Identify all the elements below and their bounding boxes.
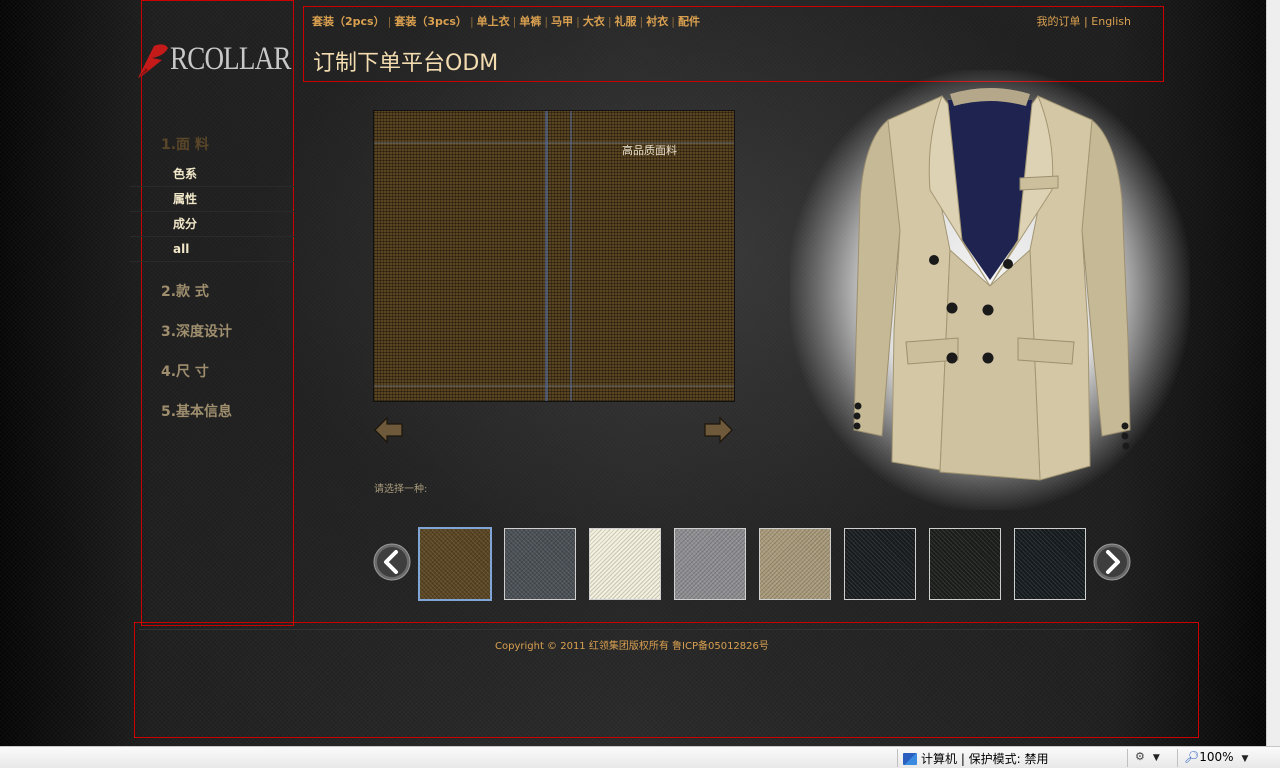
zoom-icon: 🔎︎ (1184, 750, 1200, 764)
nav-accessories[interactable]: 配件 (678, 15, 700, 28)
step-size[interactable]: 4.尺 寸 (130, 361, 294, 381)
page-title: 订制下单平台ODM (313, 51, 499, 76)
browser-status-bar: 计算机 | 保护模式: 禁用 ⚙ ▼ 🔎︎100% ▼ (0, 746, 1280, 768)
fabric-swatch[interactable] (504, 528, 576, 600)
select-prompt: 请选择一种: (374, 484, 428, 495)
filter-composition[interactable]: 成分 (130, 212, 294, 237)
fabric-preview: 高品质面料 (373, 110, 735, 402)
fabric-swatch[interactable] (759, 528, 831, 600)
filter-color-family[interactable]: 色系 (130, 162, 294, 187)
gear-icon: ⚙ (1135, 750, 1145, 763)
account-links: 我的订单 | English (1036, 15, 1131, 28)
status-divider (897, 749, 898, 767)
arrow-left-icon[interactable] (373, 416, 405, 444)
chevron-down-icon: ▼ (1241, 754, 1249, 764)
fabric-swatch[interactable] (929, 528, 1001, 600)
carousel-next-icon[interactable] (1093, 543, 1131, 581)
fabric-swatch[interactable] (589, 528, 661, 600)
sidebar-nav: 1.面 料 色系 属性 成分 all 2.款 式 3.深度设计 4.尺 寸 5.… (130, 134, 294, 421)
status-divider (1127, 749, 1128, 767)
jacket-image (853, 88, 1131, 481)
fabric-swatch[interactable] (844, 528, 916, 600)
carousel-prev-icon[interactable] (373, 543, 411, 581)
nav-shirt[interactable]: 衬衣 (646, 15, 668, 28)
nav-suit-3pcs[interactable]: 套装（3pcs） (394, 15, 467, 28)
vertical-scrollbar[interactable] (1266, 0, 1280, 746)
fabric-swatch[interactable] (1014, 528, 1086, 600)
step-detail-design[interactable]: 3.深度设计 (130, 321, 294, 341)
category-nav: 套装（2pcs） | 套装（3pcs） | 单上衣 | 单裤 | 马甲 | 大衣 | 礼服 | 衬衣 | 配件 (312, 15, 700, 28)
rcollar-logo[interactable]: RCOLLAR (134, 38, 294, 86)
nav-trousers[interactable]: 单裤 (519, 15, 541, 28)
logo-text: RCOLLAR (170, 41, 291, 77)
logo-mark-icon (138, 44, 168, 78)
page-viewport: RCOLLAR 1.面 料 色系 属性 成分 all 2.款 式 3.深度设计 … (0, 0, 1266, 746)
fabric-caption: 高品质面料 (622, 144, 677, 157)
english-link[interactable]: English (1091, 15, 1131, 28)
step-fabric[interactable]: 1.面 料 (130, 134, 294, 154)
footer-divider (139, 629, 1131, 630)
step-style[interactable]: 2.款 式 (130, 281, 294, 301)
fabric-swatch[interactable] (674, 528, 746, 600)
my-orders-link[interactable]: 我的订单 (1037, 15, 1081, 28)
filter-all[interactable]: all (130, 237, 294, 262)
nav-formal[interactable]: 礼服 (615, 15, 637, 28)
copyright-text: Copyright © 2011 红领集团版权所有 鲁ICP备05012826号 (495, 641, 769, 652)
nav-suit-2pcs[interactable]: 套装（2pcs） (312, 15, 385, 28)
arrow-right-icon[interactable] (702, 416, 734, 444)
status-divider (1177, 749, 1178, 767)
zoom-control[interactable]: 🔎︎100% ▼ (1184, 750, 1248, 764)
security-zone[interactable]: 计算机 | 保护模式: 禁用 (903, 750, 1049, 767)
filter-attribute[interactable]: 属性 (130, 187, 294, 212)
nav-coat[interactable]: 大衣 (583, 15, 605, 28)
fabric-filter-list: 色系 属性 成分 all (130, 162, 294, 262)
nav-jacket[interactable]: 单上衣 (477, 15, 510, 28)
chevron-down-icon: ▼ (1152, 753, 1160, 763)
step-basic-info[interactable]: 5.基本信息 (130, 401, 294, 421)
fabric-swatch[interactable] (418, 527, 492, 601)
computer-zone-icon (903, 753, 917, 765)
footer-frame: Copyright © 2011 红领集团版权所有 鲁ICP备05012826号 (134, 622, 1199, 738)
popup-blocker-toggle[interactable]: ⚙ ▼ (1135, 750, 1160, 763)
nav-vest[interactable]: 马甲 (551, 15, 573, 28)
